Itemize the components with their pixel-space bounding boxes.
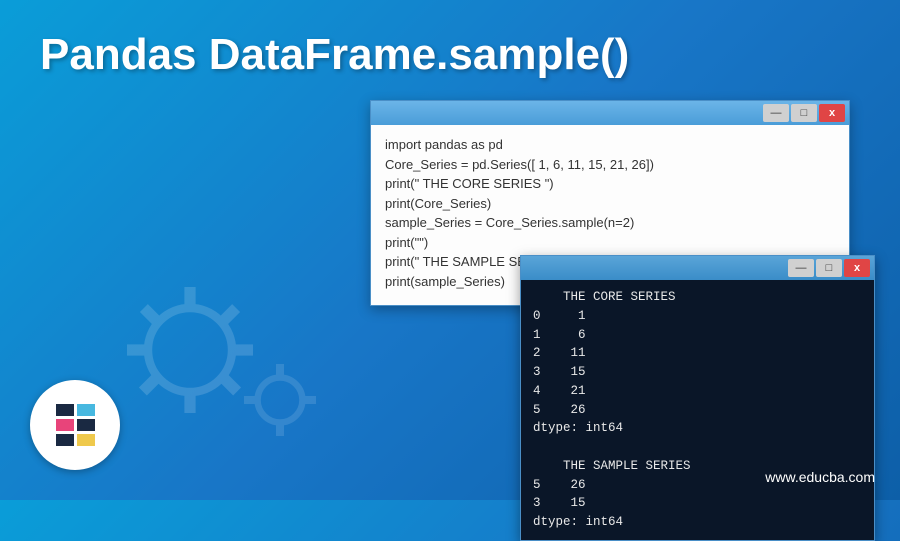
minimize-button[interactable]: — xyxy=(763,104,789,122)
gear-decoration-icon xyxy=(120,280,260,420)
close-button[interactable]: x xyxy=(819,104,845,122)
terminal-titlebar: — □ x xyxy=(521,256,874,280)
close-button[interactable]: x xyxy=(844,259,870,277)
gear-decoration-small-icon xyxy=(240,360,320,440)
code-line: sample_Series = Core_Series.sample(n=2) xyxy=(385,213,835,233)
code-window-titlebar: — □ x xyxy=(371,101,849,125)
logo-bars-icon xyxy=(56,404,95,446)
code-line: print(Core_Series) xyxy=(385,194,835,214)
code-line: Core_Series = pd.Series([ 1, 6, 11, 15, … xyxy=(385,155,835,175)
terminal-output-window: — □ x THE CORE SERIES 0 1 1 6 2 11 3 15 … xyxy=(520,255,875,541)
code-line: import pandas as pd xyxy=(385,135,835,155)
educba-logo xyxy=(30,380,120,470)
minimize-button[interactable]: — xyxy=(788,259,814,277)
page-title: Pandas DataFrame.sample() xyxy=(40,30,629,80)
code-line: print("") xyxy=(385,233,835,253)
maximize-button[interactable]: □ xyxy=(791,104,817,122)
website-url-text: www.educba.com xyxy=(765,469,875,485)
terminal-body: THE CORE SERIES 0 1 1 6 2 11 3 15 4 21 5… xyxy=(521,280,874,540)
code-line: print(" THE CORE SERIES ") xyxy=(385,174,835,194)
maximize-button[interactable]: □ xyxy=(816,259,842,277)
